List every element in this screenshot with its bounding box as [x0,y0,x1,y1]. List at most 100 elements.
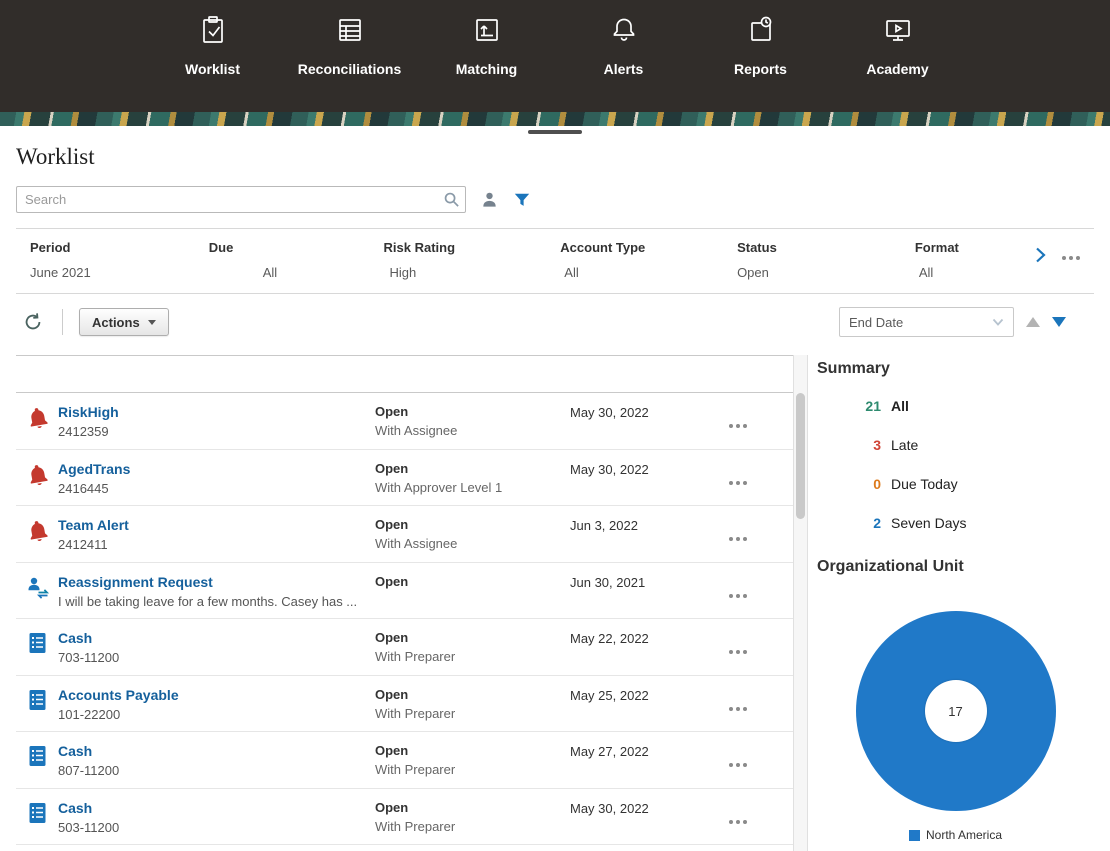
actions-button[interactable]: Actions [79,308,169,336]
summary-panel: Summary 21 All 3 Late 0 Due Today 2 Seve… [817,355,1094,851]
row-due-date: May 30, 2022 [570,800,649,816]
worklist-row[interactable]: AgedTrans 2416445 Open With Approver Lev… [16,450,793,506]
nav-item-academy[interactable]: Academy [829,14,966,77]
row-actions-menu-icon[interactable] [725,646,751,658]
nav-label: Alerts [603,61,644,77]
row-title-link[interactable]: Cash [58,630,375,646]
row-actions-menu-icon[interactable] [725,477,751,489]
row-status: Open [375,630,409,645]
nav-item-worklist[interactable]: Worklist [144,14,281,77]
filter-label: Due [208,240,234,255]
filter-status[interactable]: Status Open [737,240,915,280]
row-title-link[interactable]: Cash [58,800,375,816]
worklist-table-header [16,356,793,393]
summary-count: 0 [873,476,881,492]
row-title-link[interactable]: Accounts Payable [58,687,375,703]
row-subtitle: 703-11200 [58,650,120,665]
worklist-row[interactable]: RiskHigh 2412359 Open With Assignee May … [16,393,793,450]
worklist-icon [197,14,229,46]
filter-format[interactable]: Format All [915,240,1034,280]
row-subtitle: 2412359 [58,424,109,439]
row-due-date: May 30, 2022 [570,405,649,420]
alert-bell-icon [26,518,52,549]
row-substatus: With Approver Level 1 [375,479,503,495]
row-title-link[interactable]: AgedTrans [58,461,375,477]
refresh-icon[interactable] [22,311,44,333]
filter-risk-rating[interactable]: Risk Rating High [384,240,561,280]
organizational-unit-donut-chart[interactable]: 17 [855,611,1056,811]
sort-field-select[interactable]: End Date [839,307,1014,337]
nav-item-alerts[interactable]: Alerts [555,14,692,77]
reassignment-icon [26,575,52,604]
summary-filter-late[interactable]: 3 Late [817,436,1094,454]
row-actions-menu-icon[interactable] [725,759,751,771]
row-actions-menu-icon[interactable] [725,703,751,715]
row-status: Open [375,743,409,758]
row-actions-menu-icon[interactable] [725,533,751,545]
row-subtitle: 2416445 [58,480,109,496]
row-substatus: With Preparer [375,705,456,721]
sort-field-value: End Date [849,314,904,330]
worklist-row[interactable]: Reassignment Request I will be taking le… [16,563,793,619]
worklist-row[interactable]: Cash 503-11200 Open With Preparer May 30… [16,789,793,845]
row-actions-menu-icon[interactable] [725,816,751,828]
filter-funnel-icon[interactable] [513,191,531,209]
filter-value: All [918,265,934,280]
nav-item-reports[interactable]: Reports [692,14,829,77]
toolbar-divider [62,309,63,335]
nav-item-matching[interactable]: Matching [418,14,555,77]
row-due-date: Jun 3, 2022 [570,518,638,533]
summary-filter-all[interactable]: 21 All [817,397,1094,415]
search-input[interactable] [16,186,466,213]
worklist-row[interactable]: Cash 703-11200 Open With Preparer May 22… [16,619,793,676]
filter-value: June 2021 [30,265,91,280]
filter-account-type[interactable]: Account Type All [560,240,737,280]
worklist-row[interactable]: Accounts Payable 101-22200 Open With Pre… [16,676,793,732]
banner-collapse-handle[interactable] [528,130,582,134]
worklist-row[interactable]: Team Alert 2412411 Open With Assignee Ju… [16,506,793,563]
row-subtitle: 101-22200 [58,706,121,722]
row-title-link[interactable]: RiskHigh [58,404,375,420]
sort-descending-icon[interactable] [1052,317,1066,327]
row-due-date: May 25, 2022 [570,687,649,703]
filters-next-chevron-icon[interactable] [1034,246,1046,269]
list-scrollbar[interactable] [793,355,808,851]
summary-count: 21 [865,398,881,414]
row-title-link[interactable]: Team Alert [58,517,375,533]
reconciliation-icon [26,688,52,717]
filter-period[interactable]: Period June 2021 [30,240,209,280]
summary-filter-due-today[interactable]: 0 Due Today [817,475,1094,493]
sort-ascending-icon[interactable] [1026,317,1040,327]
summary-filter-seven-days[interactable]: 2 Seven Days [817,514,1094,532]
academy-icon [882,14,914,46]
filters-overflow-menu-icon[interactable] [1062,255,1080,260]
nav-item-reconciliations[interactable]: Reconciliations [281,14,418,77]
row-status: Open [375,573,409,589]
alerts-icon [608,14,640,46]
row-substatus: With Assignee [375,423,458,438]
search-icon[interactable] [443,191,460,213]
row-title-link[interactable]: Reassignment Request [58,574,375,590]
filter-label: Account Type [560,240,646,255]
filter-due[interactable]: Due All [209,240,384,280]
scrollbar-thumb[interactable] [796,393,805,519]
my-items-person-icon[interactable] [481,191,498,208]
row-due-date: May 30, 2022 [570,461,649,477]
worklist-row[interactable]: Cash 807-11200 Open With Preparer May 27… [16,732,793,789]
row-subtitle: 2412411 [58,537,108,552]
row-actions-menu-icon[interactable] [725,590,751,602]
reconciliation-icon [26,631,52,660]
donut-center-value: 17 [924,680,987,742]
row-title-link[interactable]: Cash [58,743,375,759]
filter-value: All [564,265,579,280]
row-due-date: May 27, 2022 [570,744,649,759]
filter-label: Period [30,240,71,255]
filter-label: Format [914,240,959,255]
matching-icon [471,14,503,46]
chart-legend: North America [908,828,1002,842]
nav-label: Academy [866,61,929,77]
row-due-date: May 22, 2022 [570,631,649,646]
row-status: Open [375,686,409,702]
actions-button-label: Actions [92,314,140,330]
row-actions-menu-icon[interactable] [725,420,751,432]
